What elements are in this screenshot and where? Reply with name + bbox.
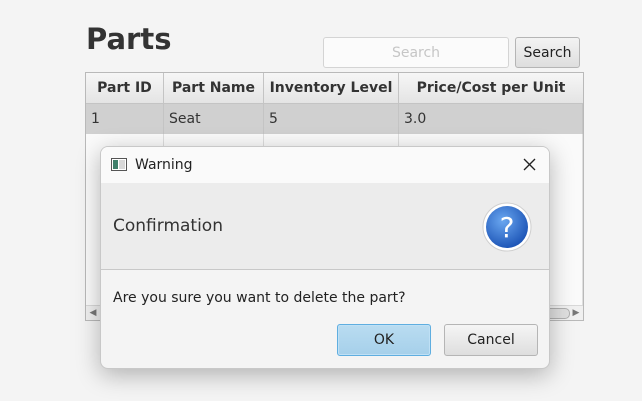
cell-part-name: Seat xyxy=(164,104,264,134)
dialog-header-text: Confirmation xyxy=(113,216,223,236)
dialog-header: Confirmation ? xyxy=(101,183,549,270)
page-title: Parts xyxy=(86,22,172,56)
column-header-part-id[interactable]: Part ID xyxy=(86,73,164,103)
search-button[interactable]: Search xyxy=(515,37,580,68)
column-header-price[interactable]: Price/Cost per Unit xyxy=(399,73,583,103)
question-icon: ? xyxy=(482,202,532,252)
ok-button[interactable]: OK xyxy=(337,324,431,356)
column-header-inventory-level[interactable]: Inventory Level xyxy=(264,73,399,103)
dialog-window-title: Warning xyxy=(135,157,193,173)
cell-inventory-level: 5 xyxy=(264,104,399,134)
table-row[interactable]: 1 Seat 5 3.0 xyxy=(86,104,583,134)
table-header: Part ID Part Name Inventory Level Price/… xyxy=(86,73,583,104)
cell-part-id: 1 xyxy=(86,104,164,134)
column-header-part-name[interactable]: Part Name xyxy=(164,73,264,103)
dialog-message: Are you sure you want to delete the part… xyxy=(113,290,406,306)
search-input[interactable] xyxy=(323,37,509,68)
cell-price: 3.0 xyxy=(399,104,583,134)
svg-text:?: ? xyxy=(500,211,515,244)
close-button[interactable] xyxy=(509,147,549,183)
cancel-button[interactable]: Cancel xyxy=(444,324,538,356)
warning-dialog: Warning Confirmation ? Are you sure you … xyxy=(100,146,550,369)
window-app-icon xyxy=(111,158,127,171)
scroll-left-icon[interactable]: ◀ xyxy=(86,306,100,320)
dialog-titlebar[interactable]: Warning xyxy=(101,147,549,183)
close-icon xyxy=(523,158,536,171)
scroll-right-icon[interactable]: ▶ xyxy=(569,306,583,320)
